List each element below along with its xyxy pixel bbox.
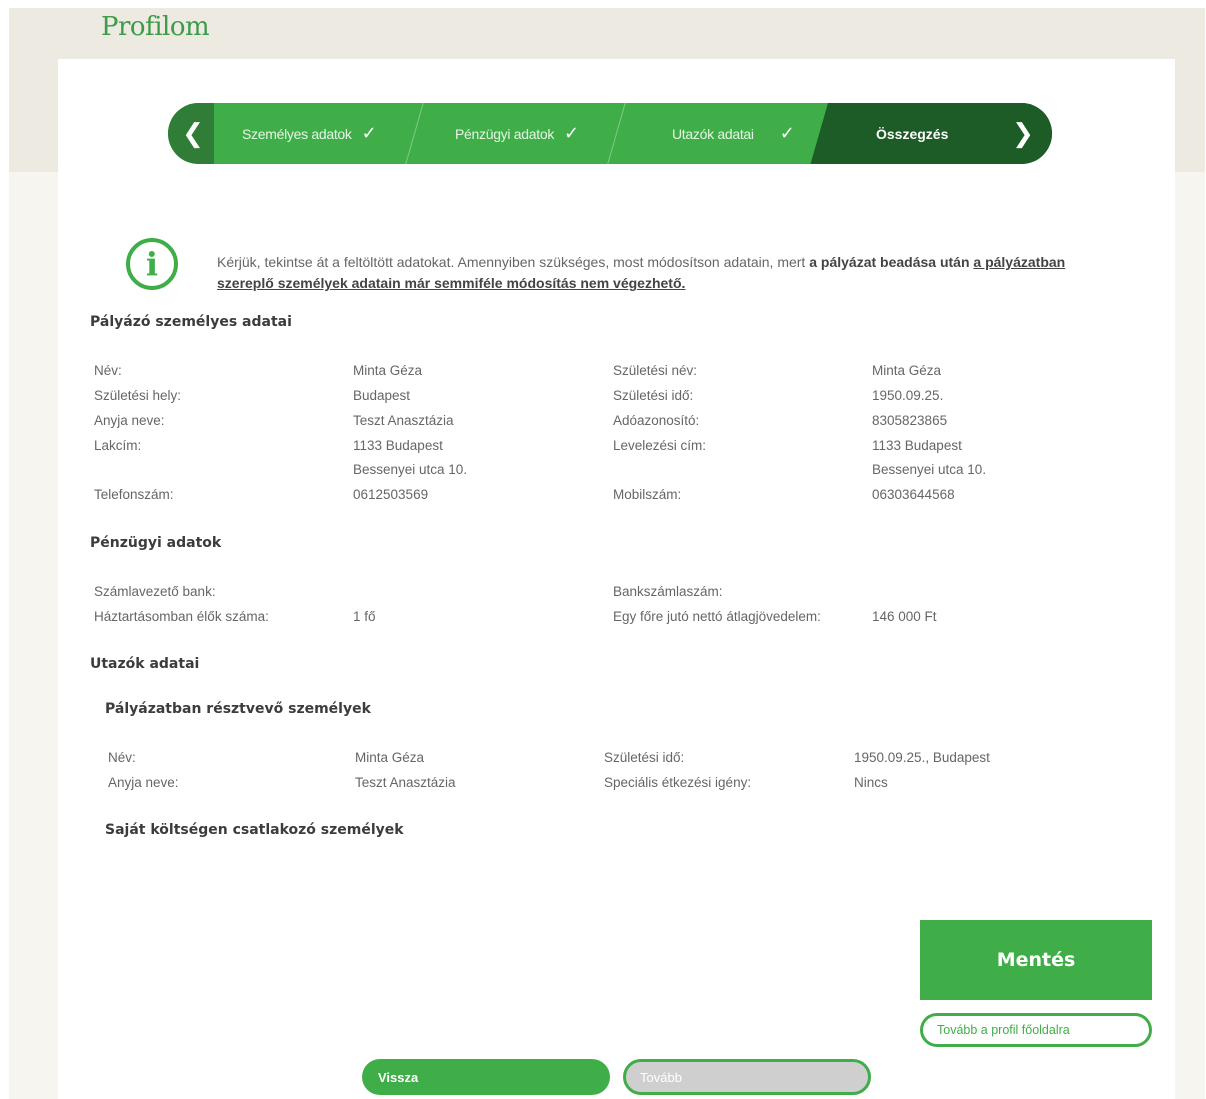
step-label: Pénzügyi adatok (455, 125, 555, 142)
field-label: Anyja neve: (94, 413, 165, 428)
step-progress-bar: ❮ Személyes adatok ✓ Pénzügyi adatok ✓ U… (168, 103, 1052, 164)
field-value: Budapest (353, 388, 411, 403)
back-button[interactable]: Vissza (362, 1059, 610, 1095)
field-label: Számlavezető bank: (94, 584, 216, 599)
field-value: 146 000 Ft (872, 609, 937, 624)
step-personal[interactable]: Személyes adatok ✓ (242, 103, 377, 164)
chevron-left-icon[interactable]: ❮ (168, 103, 214, 164)
field-label: Háztartásomban élők száma: (94, 609, 269, 624)
subsection-title-own-cost: Saját költségen csatlakozó személyek (105, 822, 404, 838)
section-title-personal: Pályázó személyes adatai (90, 314, 292, 330)
notice-text: Kérjük, tekintse át a feltöltött adatoka… (217, 254, 810, 270)
field-label: Speciális étkezési igény: (604, 775, 752, 790)
section-title-travelers: Utazók adatai (90, 656, 200, 672)
field-value: Teszt Anasztázia (353, 413, 454, 428)
field-label: Egy főre jutó nettó átlagjövedelem: (613, 609, 821, 624)
field-label: Név: (108, 750, 136, 765)
notice-bold-text: a pályázat beadása után (809, 254, 974, 270)
field-value: 8305823865 (872, 413, 948, 428)
field-value: Teszt Anasztázia (355, 775, 456, 790)
field-value: Bessenyei utca 10. (353, 462, 468, 477)
field-value: 1950.09.25., Budapest (854, 750, 990, 765)
field-label: Mobilszám: (613, 487, 682, 502)
field-value: Bessenyei utca 10. (872, 462, 987, 477)
chevron-right-icon[interactable]: ❯ (1000, 103, 1052, 164)
field-value: Minta Géza (355, 750, 425, 765)
field-label: Telefonszám: (94, 487, 174, 502)
field-label: Lakcím: (94, 438, 142, 453)
field-value: 1133 Budapest (872, 438, 962, 453)
field-label: Születési név: (613, 363, 698, 378)
step-label: Személyes adatok (242, 125, 352, 142)
field-value: Minta Géza (872, 363, 942, 378)
field-value: 1 fő (353, 609, 376, 624)
step-summary[interactable]: Összegzés (876, 103, 948, 164)
field-value: Minta Géza (353, 363, 423, 378)
field-value: 06303644568 (872, 487, 955, 502)
page-title: Profilom (101, 12, 210, 42)
step-divider (405, 103, 424, 164)
field-label: Bankszámlaszám: (613, 584, 723, 599)
save-button[interactable]: Mentés (920, 920, 1152, 1000)
check-icon: ✓ (564, 123, 579, 143)
section-title-finance: Pénzügyi adatok (90, 535, 222, 551)
field-label: Levelezési cím: (613, 438, 707, 453)
field-label: Születési hely: (94, 388, 182, 403)
step-label: Utazók adatai (672, 125, 754, 142)
field-label: Anyja neve: (108, 775, 179, 790)
check-icon: ✓ (361, 123, 377, 143)
field-label: Születési idő: (613, 388, 694, 403)
review-notice: Kérjük, tekintse át a feltöltött adatoka… (217, 252, 1117, 294)
step-travelers[interactable]: Utazók adatai ✓ (672, 103, 795, 164)
step-label: Összegzés (876, 125, 949, 142)
field-label: Név: (94, 363, 122, 378)
field-value: 1950.09.25. (872, 388, 944, 403)
check-icon: ✓ (779, 123, 795, 143)
step-finance[interactable]: Pénzügyi adatok ✓ (455, 103, 579, 164)
field-label: Születési idő: (604, 750, 685, 765)
next-button[interactable]: Tovább (623, 1059, 871, 1095)
info-icon: i (126, 238, 178, 290)
step-divider (607, 103, 626, 164)
subsection-title-participants: Pályázatban résztvevő személyek (105, 701, 371, 717)
field-value: 1133 Budapest (353, 438, 443, 453)
field-value: Nincs (854, 775, 888, 790)
to-profile-button[interactable]: Tovább a profil főoldalra (920, 1013, 1152, 1047)
field-value: 0612503569 (353, 487, 429, 502)
field-label: Adóazonosító: (613, 413, 700, 428)
